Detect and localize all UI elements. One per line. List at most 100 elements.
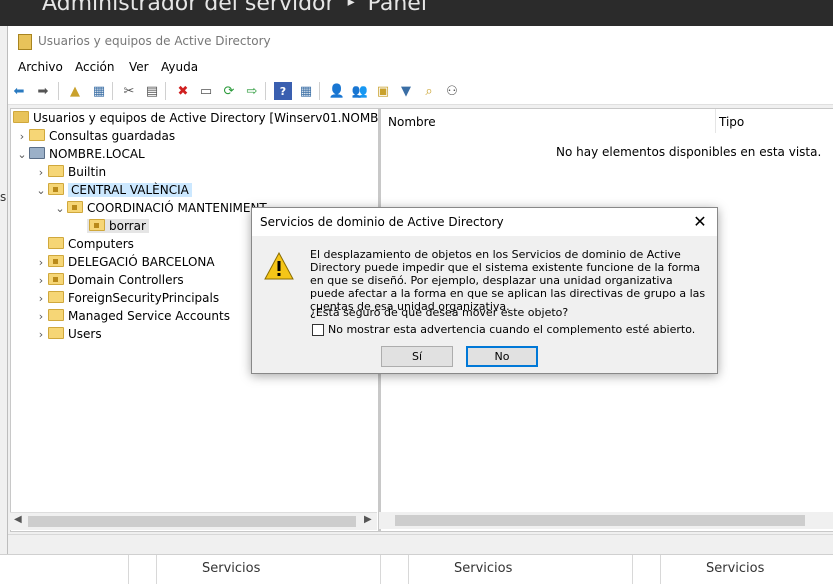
find-icon[interactable]: ⌕ [420, 82, 438, 100]
tree-item-borrar[interactable]: borrar [87, 217, 149, 235]
new-group-icon[interactable]: 👥 [351, 82, 369, 100]
tree-item-coordinacio-manteniment[interactable]: ⌄ COORDINACIÓ MANTENIMENT [53, 199, 267, 217]
up-folder-icon[interactable]: ▲ [66, 82, 84, 100]
chevron-right-icon[interactable]: › [34, 272, 48, 290]
menu-accion[interactable]: Acción [75, 60, 114, 74]
menu-bar: Archivo Acción Ver Ayuda [8, 56, 833, 78]
warning-icon [264, 252, 294, 280]
forward-icon[interactable]: ➡ [34, 82, 52, 100]
delete-icon[interactable]: ✖ [174, 82, 192, 100]
folder-icon [48, 165, 64, 177]
cut-icon[interactable]: ✂ [120, 82, 138, 100]
back-icon[interactable]: ⬅ [10, 82, 28, 100]
dialog-message: El desplazamiento de objetos en los Serv… [310, 248, 706, 313]
status-bar [8, 534, 833, 555]
tree-item-delegacio-barcelona[interactable]: › DELEGACIÓ BARCELONA [34, 253, 215, 271]
chevron-right-icon[interactable]: › [34, 164, 48, 182]
menu-archivo[interactable]: Archivo [18, 60, 63, 74]
details-horizontal-scrollbar[interactable] [379, 512, 833, 529]
services-tile-3[interactable]: Servicios [706, 561, 764, 576]
export-list-icon[interactable]: ⇨ [243, 82, 261, 100]
column-header-nombre[interactable]: Nombre [388, 115, 436, 129]
copy-icon[interactable]: ▤ [143, 82, 161, 100]
toolbar-separator [58, 82, 59, 100]
toolbar-separator [319, 82, 320, 100]
services-strip: Servicios Servicios Servicios [0, 554, 833, 584]
services-tile-1[interactable]: Servicios [202, 561, 260, 576]
menu-ver[interactable]: Ver [129, 60, 149, 74]
chevron-down-icon[interactable]: ⌄ [53, 200, 67, 218]
filter-icon[interactable]: ▼ [397, 82, 415, 100]
strip-divider [660, 555, 661, 584]
dont-show-again-label[interactable]: No mostrar esta advertencia cuando el co… [328, 323, 695, 336]
scroll-left-icon[interactable]: ◀ [14, 514, 22, 525]
new-user-icon[interactable]: 👤 [328, 82, 346, 100]
chevron-down-icon[interactable]: ⌄ [15, 146, 29, 164]
menu-ayuda[interactable]: Ayuda [161, 60, 198, 74]
chevron-down-icon[interactable]: ⌄ [34, 182, 48, 200]
strip-divider [380, 555, 381, 584]
action-pane-icon[interactable]: ▦ [297, 82, 315, 100]
dialog-title: Servicios de dominio de Active Directory [260, 215, 504, 229]
left-edge-text: s [0, 190, 7, 204]
close-icon[interactable]: ✕ [691, 212, 709, 231]
strip-divider [128, 555, 129, 584]
aduc-app-icon [18, 34, 32, 50]
chevron-right-icon[interactable]: › [15, 128, 29, 146]
strip-divider [408, 555, 409, 584]
toolbar-separator [265, 82, 266, 100]
folder-icon [29, 129, 45, 141]
ou-icon [48, 273, 64, 285]
folder-icon [48, 291, 64, 303]
ou-icon [67, 201, 83, 213]
tree-item-central-valencia[interactable]: ⌄ CENTRAL VALÈNCIA [34, 181, 192, 199]
domain-icon [29, 147, 45, 159]
no-button[interactable]: No [466, 346, 538, 367]
tree-item-consultas-guardadas[interactable]: › Consultas guardadas [15, 127, 175, 145]
toolbar-separator [112, 82, 113, 100]
move-warning-dialog: Servicios de dominio de Active Directory… [251, 207, 718, 374]
ou-icon [89, 219, 105, 231]
column-divider[interactable] [715, 109, 716, 133]
properties-icon[interactable]: ▭ [197, 82, 215, 100]
tree-item-builtin[interactable]: › Builtin [34, 163, 106, 181]
refresh-icon[interactable]: ⟳ [220, 82, 238, 100]
services-tile-2[interactable]: Servicios [454, 561, 512, 576]
tree-item-domain[interactable]: ⌄ NOMBRE.LOCAL [15, 145, 145, 163]
chevron-right-icon[interactable]: › [34, 254, 48, 272]
console-tree-icon[interactable]: ▦ [90, 82, 108, 100]
chevron-right-icon[interactable]: › [34, 290, 48, 308]
toolbar: ⬅ ➡ ▲ ▦ ✂ ▤ ✖ ▭ ⟳ ⇨ ? ▦ 👤 👥 ▣ ▼ ⌕ ⚇ [8, 78, 833, 105]
yes-button[interactable]: Sí [381, 346, 453, 367]
tree-item-computers[interactable]: Computers [48, 235, 134, 253]
scrollbar-thumb[interactable] [395, 515, 805, 526]
strip-divider [632, 555, 633, 584]
chevron-right-icon[interactable]: › [34, 326, 48, 344]
window-titlebar: Usuarios y equipos de Active Directory [8, 26, 833, 56]
tree-root[interactable]: Usuarios y equipos de Active Directory [… [13, 109, 378, 127]
column-header-tipo[interactable]: Tipo [719, 115, 744, 129]
folder-icon [48, 237, 64, 249]
toolbar-separator [165, 82, 166, 100]
new-ou-icon[interactable]: ▣ [374, 82, 392, 100]
breadcrumb-separator: ▸ [347, 0, 355, 10]
ou-icon [48, 183, 64, 195]
tree-item-domain-controllers[interactable]: › Domain Controllers [34, 271, 184, 289]
tree-item-users[interactable]: › Users [34, 325, 102, 343]
dialog-titlebar: Servicios de dominio de Active Directory… [252, 208, 717, 236]
empty-view-message: No hay elementos disponibles en esta vis… [556, 145, 822, 159]
folder-icon [48, 309, 64, 321]
tree-item-managed-service-accounts[interactable]: › Managed Service Accounts [34, 307, 230, 325]
dont-show-again-checkbox[interactable] [312, 324, 324, 336]
strip-divider [156, 555, 157, 584]
add-to-group-icon[interactable]: ⚇ [443, 82, 461, 100]
scroll-right-icon[interactable]: ▶ [364, 514, 372, 525]
chevron-right-icon[interactable]: › [34, 308, 48, 326]
dialog-question: ¿Está seguro de que desea mover este obj… [310, 306, 569, 319]
ou-icon [48, 255, 64, 267]
window-title: Usuarios y equipos de Active Directory [38, 34, 271, 48]
help-icon[interactable]: ? [274, 82, 292, 100]
scrollbar-thumb[interactable] [28, 516, 356, 527]
tree-horizontal-scrollbar[interactable]: ◀ ▶ [10, 512, 377, 530]
tree-item-foreign-security-principals[interactable]: › ForeignSecurityPrincipals [34, 289, 219, 307]
